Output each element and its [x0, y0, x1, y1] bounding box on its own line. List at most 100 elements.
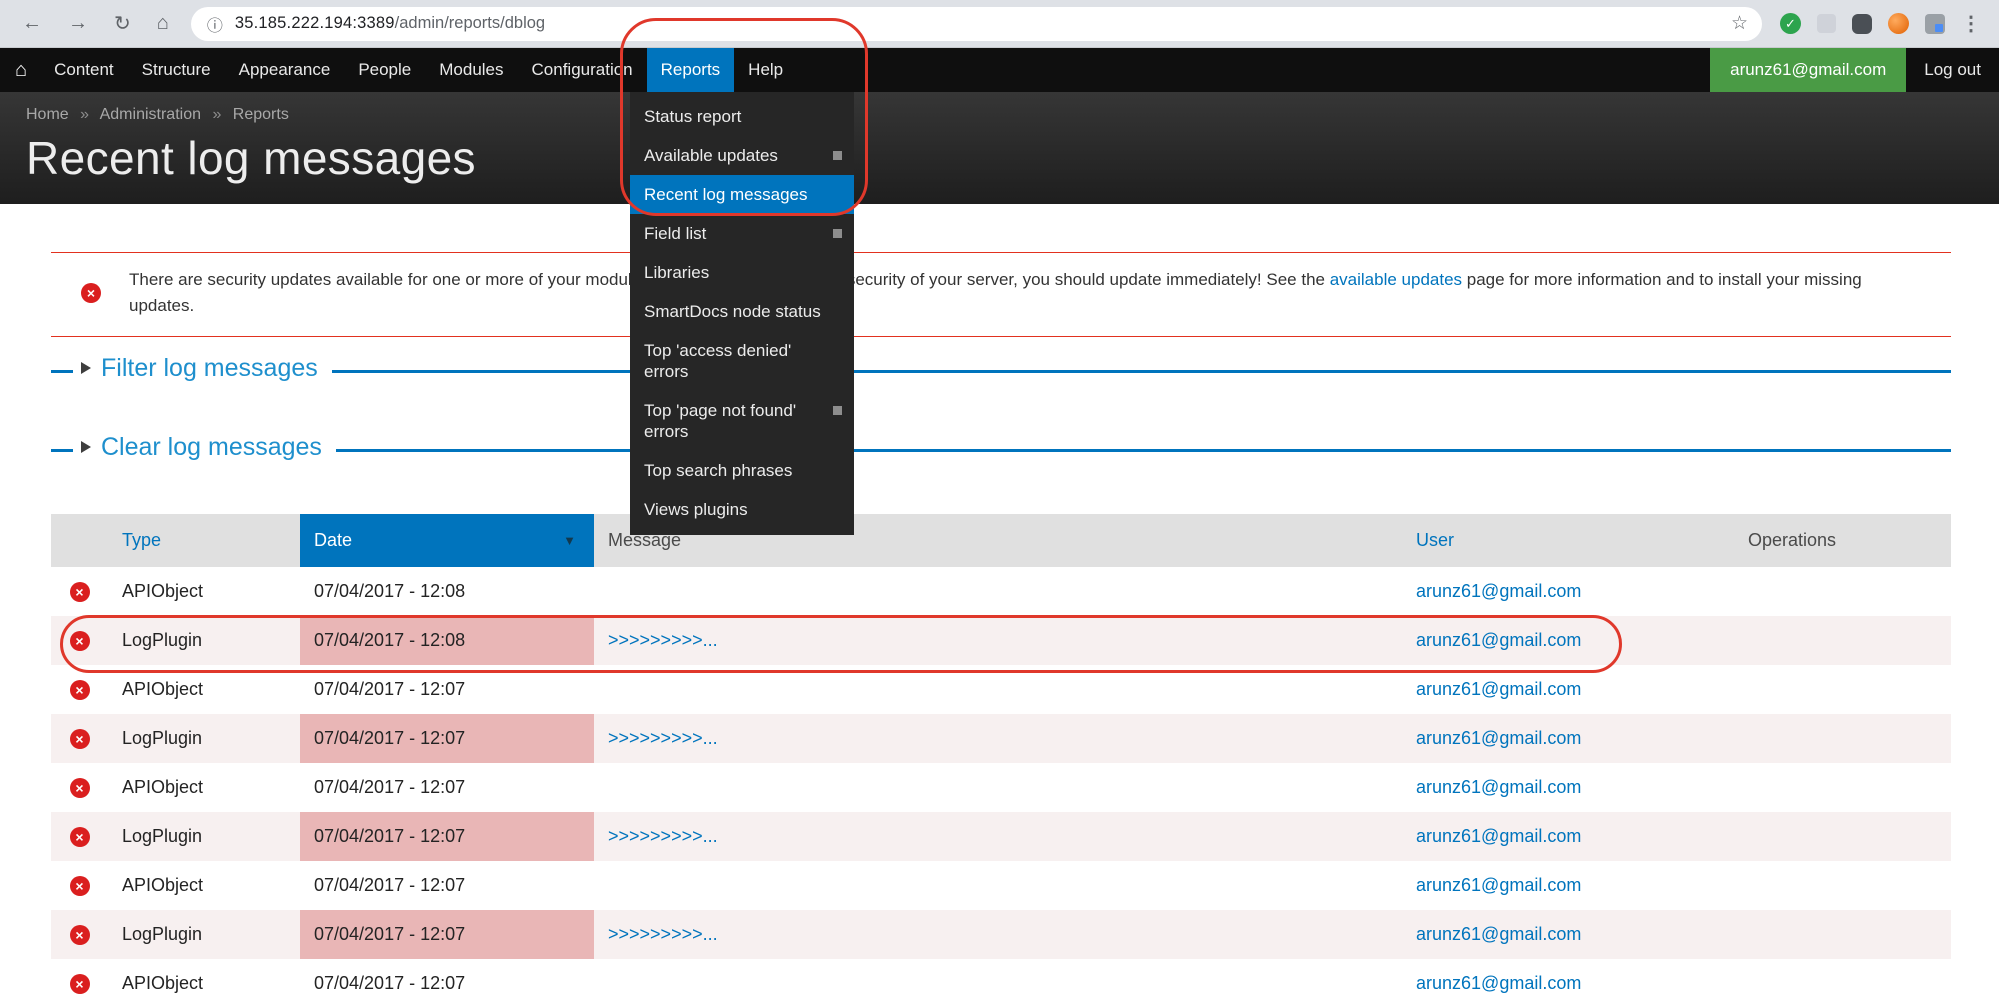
logout-button[interactable]: Log out: [1906, 48, 1999, 92]
reports-menu-item[interactable]: Status report: [630, 97, 854, 136]
message-cell: >>>>>>>>>...: [594, 616, 1402, 665]
user-column-header: User: [1402, 514, 1734, 567]
toolbar-item-reports[interactable]: Reports: [647, 48, 735, 92]
user-cell: arunz61@gmail.com: [1402, 665, 1734, 714]
severity-cell: ×: [51, 812, 108, 861]
reports-menu-item[interactable]: Views plugins: [630, 490, 854, 529]
page-info-icon[interactable]: ⓘ: [207, 12, 223, 36]
reports-menu-item[interactable]: Available updates: [630, 136, 854, 175]
filter-fieldset: Filter log messages: [51, 370, 1951, 400]
filter-fieldset-toggle[interactable]: Filter log messages: [73, 354, 332, 383]
error-icon: ×: [70, 876, 90, 896]
message-link[interactable]: >>>>>>>>>...: [608, 826, 718, 846]
user-link[interactable]: arunz61@gmail.com: [1416, 826, 1581, 846]
address-bar[interactable]: ⓘ 35.185.222.194:3389 /admin/reports/dbl…: [191, 7, 1762, 41]
main-content: × There are security updates available f…: [51, 204, 1951, 994]
table-row: × APIObject 07/04/2017 - 12:07 arunz61@g…: [51, 959, 1951, 994]
bookmark-star-icon[interactable]: ☆: [1731, 12, 1748, 35]
extension-icon[interactable]: [1925, 14, 1945, 34]
table-header-row: Type Date ▼ Message User Operations: [51, 514, 1951, 567]
date-cell: 07/04/2017 - 12:08: [300, 567, 594, 616]
table-row: × APIObject 07/04/2017 - 12:07 arunz61@g…: [51, 861, 1951, 910]
sort-by-user-link[interactable]: User: [1416, 530, 1454, 550]
operations-cell: [1734, 616, 1951, 665]
reports-menu-item[interactable]: Top search phrases: [630, 451, 854, 490]
date-column-header[interactable]: Date ▼: [300, 514, 594, 567]
operations-cell: [1734, 714, 1951, 763]
extension-icon[interactable]: [1817, 14, 1836, 33]
type-cell: APIObject: [108, 861, 300, 910]
error-icon: ×: [70, 582, 90, 602]
clear-fieldset: Clear log messages: [51, 449, 1951, 479]
extension-icon[interactable]: [1852, 14, 1872, 34]
toolbar-item-modules[interactable]: Modules: [425, 48, 517, 92]
menu-item-label: Field list: [644, 224, 706, 243]
browser-menu-icon[interactable]: ⋮: [1961, 11, 1981, 36]
toolbar-item-help[interactable]: Help: [734, 48, 797, 92]
severity-cell: ×: [51, 567, 108, 616]
user-link[interactable]: arunz61@gmail.com: [1416, 973, 1581, 993]
breadcrumb-reports-link[interactable]: Reports: [233, 106, 289, 123]
drupal-home-icon[interactable]: ⌂: [0, 48, 40, 92]
url-host: 35.185.222.194:3389: [235, 14, 395, 33]
reload-icon[interactable]: ↻: [114, 11, 131, 36]
home-icon[interactable]: ⌂: [157, 12, 169, 35]
breadcrumb-administration-link[interactable]: Administration: [100, 106, 201, 123]
date-cell: 07/04/2017 - 12:07: [300, 714, 594, 763]
error-icon: ×: [70, 827, 90, 847]
breadcrumb: Home » Administration » Reports: [26, 106, 1999, 124]
severity-column-header: [51, 514, 108, 567]
url-path: /admin/reports/dblog: [395, 14, 545, 33]
user-link[interactable]: arunz61@gmail.com: [1416, 679, 1581, 699]
user-cell: arunz61@gmail.com: [1402, 763, 1734, 812]
toolbar-item-appearance[interactable]: Appearance: [225, 48, 345, 92]
message-link[interactable]: >>>>>>>>>...: [608, 924, 718, 944]
user-link[interactable]: arunz61@gmail.com: [1416, 728, 1581, 748]
screen: ← → ↻ ⌂ ⓘ 35.185.222.194:3389 /admin/rep…: [0, 0, 1999, 994]
clear-fieldset-title: Clear log messages: [101, 433, 322, 462]
collapse-arrow-icon: [81, 441, 91, 453]
reports-menu-item[interactable]: Field list: [630, 214, 854, 253]
date-cell: 07/04/2017 - 12:07: [300, 910, 594, 959]
table-row: × APIObject 07/04/2017 - 12:07 arunz61@g…: [51, 665, 1951, 714]
shortcut-badge-icon: [833, 229, 842, 238]
reports-menu-item[interactable]: Top 'page not found' errors: [630, 391, 854, 451]
extension-icon[interactable]: [1888, 13, 1909, 34]
user-cell: arunz61@gmail.com: [1402, 959, 1734, 994]
reports-dropdown-menu: Status report Available updates Recent l…: [630, 92, 854, 535]
account-button[interactable]: arunz61@gmail.com: [1710, 48, 1906, 92]
user-link[interactable]: arunz61@gmail.com: [1416, 777, 1581, 797]
reports-menu-item[interactable]: SmartDocs node status: [630, 292, 854, 331]
severity-cell: ×: [51, 910, 108, 959]
user-link[interactable]: arunz61@gmail.com: [1416, 581, 1581, 601]
message-cell: [594, 763, 1402, 812]
extension-check-icon[interactable]: ✓: [1780, 13, 1801, 34]
reports-menu-item[interactable]: Libraries: [630, 253, 854, 292]
breadcrumb-separator: »: [80, 106, 89, 123]
operations-cell: [1734, 959, 1951, 994]
table-row: × APIObject 07/04/2017 - 12:07 arunz61@g…: [51, 763, 1951, 812]
back-icon[interactable]: ←: [22, 12, 42, 35]
available-updates-link[interactable]: available updates: [1330, 270, 1462, 289]
user-link[interactable]: arunz61@gmail.com: [1416, 630, 1581, 650]
toolbar-item-configuration[interactable]: Configuration: [518, 48, 647, 92]
clear-fieldset-toggle[interactable]: Clear log messages: [73, 433, 336, 462]
toolbar-item-people[interactable]: People: [344, 48, 425, 92]
type-cell: APIObject: [108, 665, 300, 714]
security-error-message: × There are security updates available f…: [51, 252, 1951, 337]
toolbar-item-structure[interactable]: Structure: [128, 48, 225, 92]
message-link[interactable]: >>>>>>>>>...: [608, 630, 718, 650]
log-messages-table: Type Date ▼ Message User Operations × AP…: [51, 514, 1951, 994]
user-link[interactable]: arunz61@gmail.com: [1416, 924, 1581, 944]
breadcrumb-home-link[interactable]: Home: [26, 106, 69, 123]
menu-item-label: Available updates: [644, 146, 778, 165]
operations-cell: [1734, 665, 1951, 714]
message-link[interactable]: >>>>>>>>>...: [608, 728, 718, 748]
user-link[interactable]: arunz61@gmail.com: [1416, 875, 1581, 895]
sort-by-type-link[interactable]: Type: [122, 530, 161, 550]
reports-menu-item[interactable]: Top 'access denied' errors: [630, 331, 854, 391]
browser-nav-icons: ← → ↻ ⌂: [22, 11, 169, 36]
reports-menu-item[interactable]: Recent log messages: [630, 175, 854, 214]
toolbar-item-content[interactable]: Content: [40, 48, 128, 92]
forward-icon[interactable]: →: [68, 12, 88, 35]
